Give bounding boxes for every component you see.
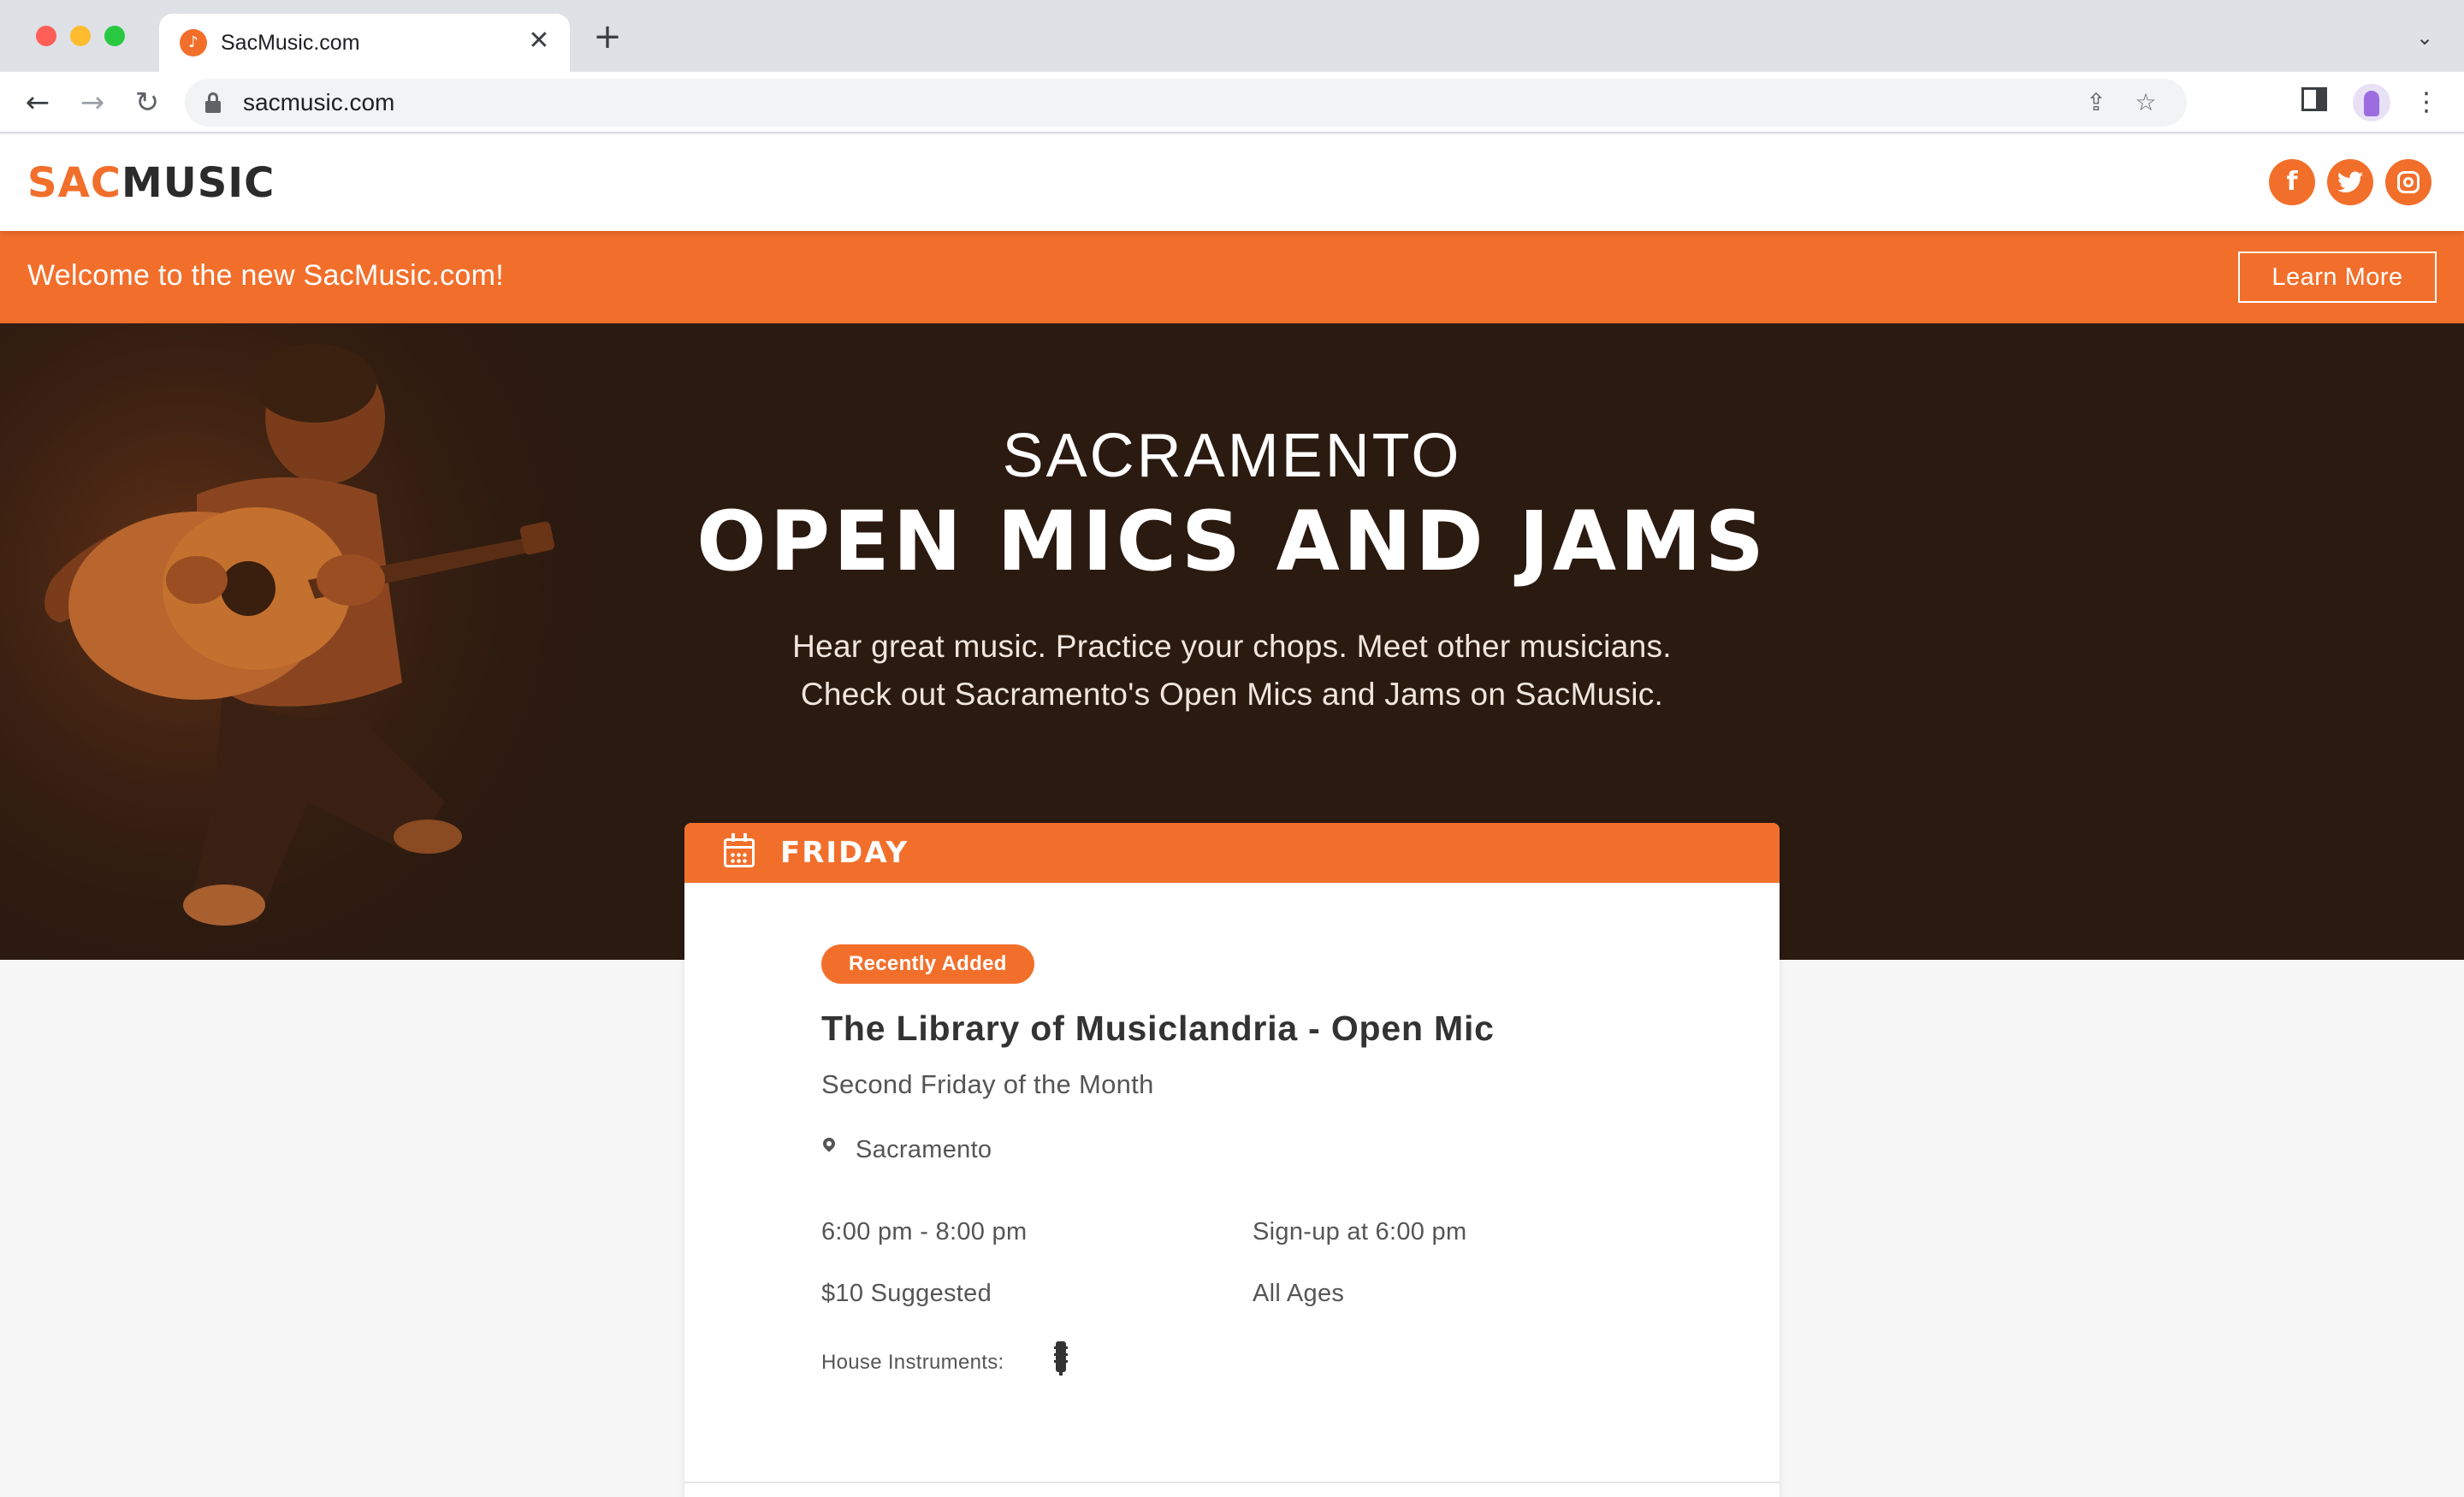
window-close-button[interactable] <box>36 26 56 46</box>
guitar-icon <box>1054 1341 1068 1376</box>
reload-button[interactable]: ↻ <box>127 82 168 123</box>
tab-title: SacMusic.com <box>221 31 360 55</box>
url-text[interactable]: sacmusic.com <box>243 87 394 118</box>
browser-tab[interactable]: ♪ SacMusic.com ✕ <box>159 14 570 72</box>
address-bar[interactable]: sacmusic.com ⇪ ☆ <box>185 79 2187 127</box>
bookmark-star-icon[interactable]: ☆ <box>2130 87 2161 118</box>
browser-tabstrip: ♪ SacMusic.com ✕ + ⌄ <box>0 0 2464 72</box>
hero-description-line-1: Hear great music. Practice your chops. M… <box>792 629 1672 664</box>
event-ages: All Ages <box>1253 1280 1345 1307</box>
event-signup: Sign-up at 6:00 pm <box>1253 1218 1467 1246</box>
browser-toolbar: ← → ↻ sacmusic.com ⇪ ☆ ⋮ <box>0 72 2464 133</box>
new-tab-button[interactable]: + <box>590 20 625 55</box>
tab-search-chevron-icon[interactable]: ⌄ <box>2411 24 2438 51</box>
window-maximize-button[interactable] <box>104 26 125 46</box>
share-icon[interactable]: ⇪ <box>2081 87 2112 118</box>
sacmusic-logo[interactable]: SACMUSIC <box>27 157 275 209</box>
event-time: 6:00 pm - 8:00 pm <box>821 1218 1028 1246</box>
back-button[interactable]: ← <box>17 82 58 123</box>
day-header: FRIDAY <box>684 823 1780 883</box>
learn-more-button[interactable]: Learn More <box>2238 251 2437 303</box>
tab-close-icon[interactable]: ✕ <box>524 26 554 56</box>
profile-avatar[interactable] <box>2353 84 2390 121</box>
map-pin-icon <box>820 1135 838 1152</box>
day-label: FRIDAY <box>780 836 909 870</box>
hero-description: Hear great music. Practice your chops. M… <box>0 623 2464 719</box>
hero-title: OPEN MICS AND JAMS <box>696 494 1768 589</box>
web-page: SACMUSIC f Welcome to the new SacMusic.c… <box>0 135 2464 1497</box>
twitter-icon[interactable] <box>2327 159 2373 205</box>
event-card[interactable]: FRIDAY Recently Added The Library of Mus… <box>684 823 1780 1497</box>
browser-menu-icon[interactable]: ⋮ <box>2413 84 2440 121</box>
logo-music: MUSIC <box>121 159 275 207</box>
sacmusic-favicon-icon: ♪ <box>180 29 207 56</box>
lock-icon[interactable] <box>205 92 221 113</box>
instagram-icon[interactable] <box>2385 159 2431 205</box>
hero-subtitle: SACRAMENTO <box>1002 422 1462 490</box>
forward-button[interactable]: → <box>72 82 113 123</box>
event-title[interactable]: The Library of Musiclandria - Open Mic <box>821 1004 1495 1052</box>
hero-description-line-2: Check out Sacramento's Open Mics and Jam… <box>800 677 1664 712</box>
card-divider <box>684 1482 1780 1483</box>
facebook-icon[interactable]: f <box>2269 159 2315 205</box>
side-panel-icon[interactable] <box>2301 87 2327 111</box>
calendar-icon <box>724 833 755 867</box>
recently-added-badge: Recently Added <box>821 944 1034 984</box>
banner-text: Welcome to the new SacMusic.com! <box>27 259 504 292</box>
site-header: SACMUSIC f <box>0 135 2464 231</box>
twitter-bird-icon <box>2337 171 2363 192</box>
instagram-glyph-icon <box>2397 171 2420 193</box>
event-location: Sacramento <box>856 1136 992 1163</box>
logo-sac: SAC <box>27 159 121 207</box>
event-price: $10 Suggested <box>821 1280 992 1307</box>
event-recurrence: Second Friday of the Month <box>821 1069 1154 1099</box>
window-minimize-button[interactable] <box>70 26 91 46</box>
welcome-banner: Welcome to the new SacMusic.com! Learn M… <box>0 231 2464 323</box>
house-instruments-label: House Instruments: <box>821 1351 1004 1374</box>
